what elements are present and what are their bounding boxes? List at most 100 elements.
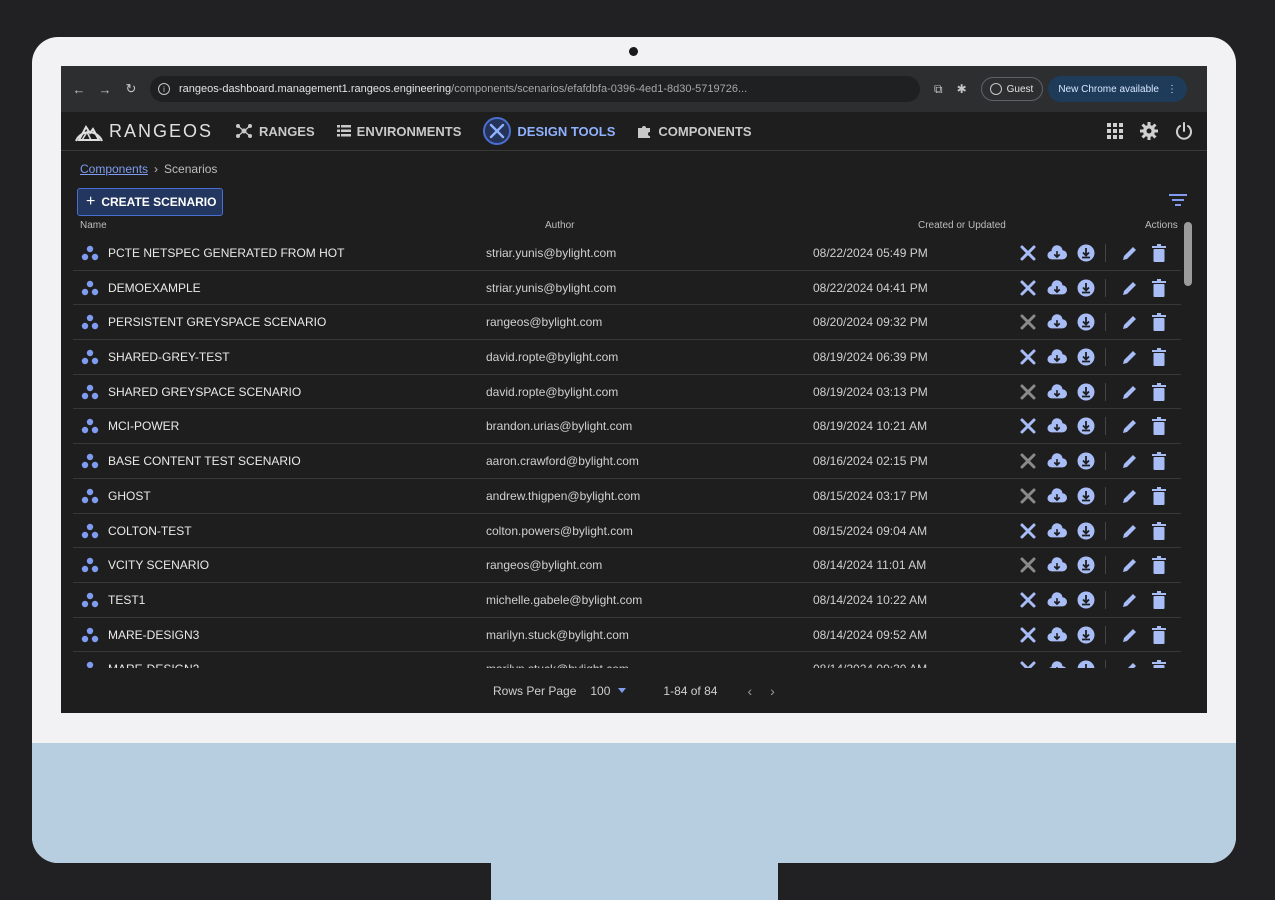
create-scenario-button[interactable]: + CREATE SCENARIO <box>77 188 224 216</box>
cloud-download-icon[interactable] <box>1047 279 1067 297</box>
scenario-name[interactable]: VCITY SCENARIO <box>108 558 209 572</box>
cloud-download-icon[interactable] <box>1047 313 1067 331</box>
cloud-download-icon[interactable] <box>1047 244 1067 262</box>
site-info-icon[interactable]: i <box>158 83 170 95</box>
scenario-name[interactable]: TEST1 <box>108 593 145 607</box>
edit-pencil-icon[interactable] <box>1120 244 1140 262</box>
scenario-name[interactable]: COLTON-TEST <box>108 524 192 538</box>
cast-icon[interactable]: ⧉ <box>934 82 943 97</box>
delete-trash-icon[interactable] <box>1149 382 1169 401</box>
table-row[interactable]: TEST1 michelle.gabele@bylight.com 08/14/20… <box>73 583 1181 618</box>
cloud-download-icon[interactable] <box>1047 383 1067 401</box>
download-icon[interactable] <box>1076 313 1096 331</box>
filter-icon[interactable] <box>1169 194 1187 206</box>
prev-page-icon[interactable]: ‹ <box>747 683 770 699</box>
nav-design-tools[interactable]: DESIGN TOOLS <box>483 117 615 145</box>
cloud-download-icon[interactable] <box>1047 417 1067 435</box>
table-scrollbar[interactable] <box>1184 222 1192 286</box>
design-tool-icon[interactable] <box>1018 660 1038 668</box>
delete-trash-icon[interactable] <box>1149 521 1169 540</box>
chrome-update-button[interactable]: New Chrome available ⋮ <box>1048 76 1187 102</box>
apps-grid-icon[interactable] <box>1107 123 1123 139</box>
profile-button[interactable]: Guest <box>980 77 1044 101</box>
scenario-name[interactable]: MCI-POWER <box>108 419 179 433</box>
scenario-name[interactable]: GHOST <box>108 489 151 503</box>
cloud-download-icon[interactable] <box>1047 626 1067 644</box>
table-row[interactable]: BASE CONTENT TEST SCENARIO aaron.crawford… <box>73 444 1181 479</box>
design-tool-icon[interactable] <box>1018 313 1038 331</box>
cloud-download-icon[interactable] <box>1047 660 1067 668</box>
scenario-name[interactable]: SHARED GREYSPACE SCENARIO <box>108 385 301 399</box>
design-tool-icon[interactable] <box>1018 244 1038 262</box>
design-tool-icon[interactable] <box>1018 626 1038 644</box>
design-tool-icon[interactable] <box>1018 556 1038 574</box>
power-icon[interactable] <box>1175 122 1193 140</box>
table-row[interactable]: GHOST andrew.thigpen@bylight.com 08/15/202… <box>73 479 1181 514</box>
delete-trash-icon[interactable] <box>1149 313 1169 332</box>
column-header-author[interactable]: Author <box>545 220 574 231</box>
download-icon[interactable] <box>1076 487 1096 505</box>
delete-trash-icon[interactable] <box>1149 417 1169 436</box>
delete-trash-icon[interactable] <box>1149 486 1169 505</box>
scenario-name[interactable]: MARE-DESIGN3 <box>108 628 199 642</box>
forward-arrow-icon[interactable]: → <box>92 82 118 97</box>
table-row[interactable]: COLTON-TEST colton.powers@bylight.com 08/1… <box>73 514 1181 549</box>
download-icon[interactable] <box>1076 626 1096 644</box>
delete-trash-icon[interactable] <box>1149 452 1169 471</box>
design-tool-icon[interactable] <box>1018 279 1038 297</box>
design-tool-icon[interactable] <box>1018 522 1038 540</box>
delete-trash-icon[interactable] <box>1149 590 1169 609</box>
scenario-name[interactable]: PERSISTENT GREYSPACE SCENARIO <box>108 315 326 329</box>
design-tool-icon[interactable] <box>1018 591 1038 609</box>
design-tool-icon[interactable] <box>1018 383 1038 401</box>
table-row[interactable]: DEMOEXAMPLE striar.yunis@bylight.com 08/22… <box>73 271 1181 306</box>
rows-per-page-select[interactable]: 100 <box>590 684 627 698</box>
edit-pencil-icon[interactable] <box>1120 522 1140 540</box>
table-row[interactable]: MARE-DESIGN2marilyn.stuck@bylight.com08/… <box>73 652 1181 668</box>
nav-environments[interactable]: ENVIRONMENTS <box>336 124 461 139</box>
column-header-name[interactable]: Name <box>80 220 107 231</box>
download-icon[interactable] <box>1076 348 1096 366</box>
nav-ranges[interactable]: RANGES <box>235 123 315 139</box>
edit-pencil-icon[interactable] <box>1120 660 1140 668</box>
kebab-menu-icon[interactable]: ⋮ <box>1167 84 1177 95</box>
reload-icon[interactable]: ↻ <box>118 81 144 97</box>
scenario-name[interactable]: BASE CONTENT TEST SCENARIO <box>108 454 301 468</box>
edit-pencil-icon[interactable] <box>1120 626 1140 644</box>
edit-pencil-icon[interactable] <box>1120 556 1140 574</box>
edit-pencil-icon[interactable] <box>1120 383 1140 401</box>
table-row[interactable]: PERSISTENT GREYSPACE SCENARIO rangeos@byl… <box>73 305 1181 341</box>
extensions-icon[interactable]: ✱ <box>957 82 967 96</box>
cloud-download-icon[interactable] <box>1047 591 1067 609</box>
cloud-download-icon[interactable] <box>1047 487 1067 505</box>
table-row[interactable]: PCTE NETSPEC GENERATED FROM HOT striar.yu… <box>73 236 1181 271</box>
delete-trash-icon[interactable] <box>1149 660 1169 668</box>
table-row[interactable]: SHARED-GREY-TEST david.ropte@bylight.com 0… <box>73 340 1181 375</box>
scenario-name[interactable]: SHARED-GREY-TEST <box>108 350 230 364</box>
edit-pencil-icon[interactable] <box>1120 313 1140 331</box>
design-tool-icon[interactable] <box>1018 487 1038 505</box>
download-icon[interactable] <box>1076 556 1096 574</box>
table-row[interactable]: MARE-DESIGN3 marilyn.stuck@bylight.com 08/… <box>73 618 1181 653</box>
column-header-date[interactable]: Created or Updated <box>918 220 1006 231</box>
cloud-download-icon[interactable] <box>1047 556 1067 574</box>
address-bar[interactable]: i rangeos-dashboard.management1.rangeos.… <box>150 76 920 102</box>
edit-pencil-icon[interactable] <box>1120 279 1140 297</box>
design-tool-icon[interactable] <box>1018 417 1038 435</box>
delete-trash-icon[interactable] <box>1149 556 1169 575</box>
delete-trash-icon[interactable] <box>1149 244 1169 262</box>
design-tool-icon[interactable] <box>1018 348 1038 366</box>
download-icon[interactable] <box>1076 244 1096 262</box>
download-icon[interactable] <box>1076 660 1096 668</box>
download-icon[interactable] <box>1076 279 1096 297</box>
download-icon[interactable] <box>1076 452 1096 470</box>
download-icon[interactable] <box>1076 383 1096 401</box>
edit-pencil-icon[interactable] <box>1120 591 1140 609</box>
edit-pencil-icon[interactable] <box>1120 348 1140 366</box>
download-icon[interactable] <box>1076 417 1096 435</box>
delete-trash-icon[interactable] <box>1149 348 1169 367</box>
download-icon[interactable] <box>1076 591 1096 609</box>
download-icon[interactable] <box>1076 522 1096 540</box>
next-page-icon[interactable]: › <box>770 683 793 699</box>
scenario-name[interactable]: PCTE NETSPEC GENERATED FROM HOT <box>108 246 344 260</box>
